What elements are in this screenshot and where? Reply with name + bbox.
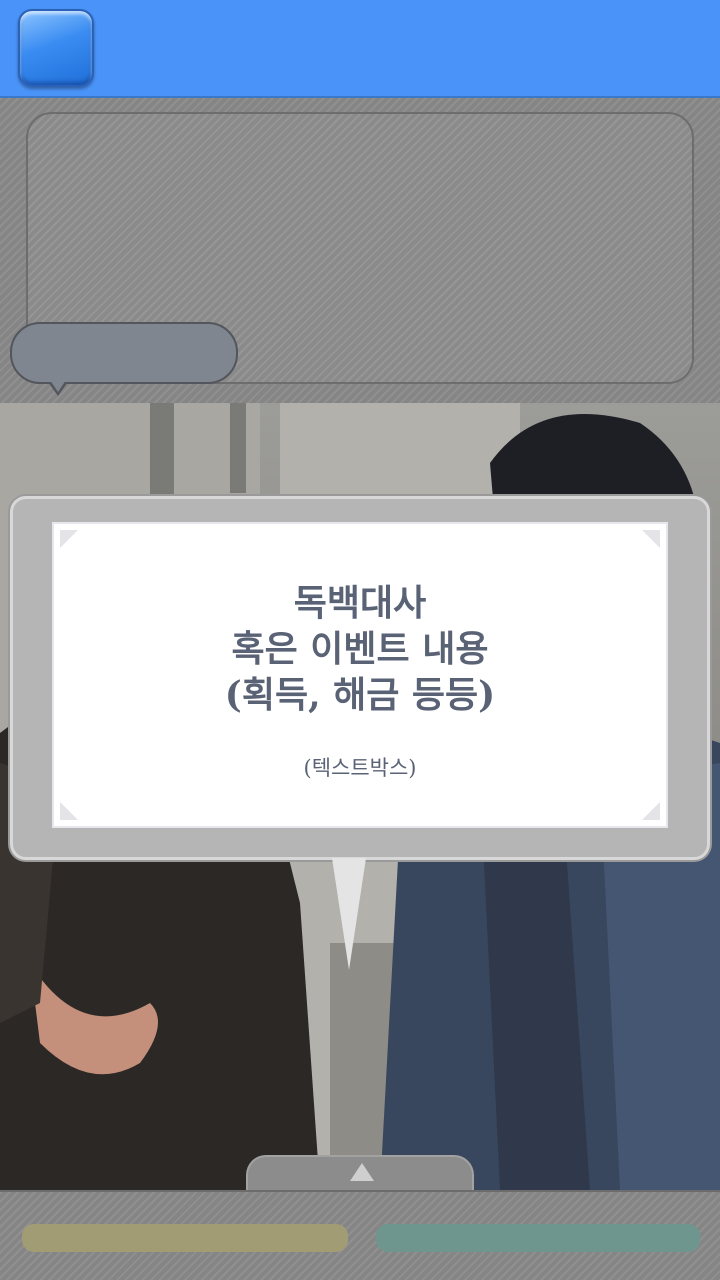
top-bar <box>0 0 720 98</box>
choice-button-right[interactable] <box>376 1224 700 1252</box>
name-tag-tail-fill <box>50 380 66 392</box>
card-corner <box>60 530 78 548</box>
monologue-tail <box>332 858 366 970</box>
monologue-text-box: 독백대사 혹은 이벤트 내용 (획득, 해금 등등) (텍스트박스) <box>52 522 668 828</box>
choice-button-left[interactable] <box>22 1224 348 1252</box>
monologue-text: 독백대사 혹은 이벤트 내용 (획득, 해금 등등) <box>224 582 496 716</box>
bottom-bar <box>0 1190 720 1280</box>
monologue-caption: (텍스트박스) <box>303 756 417 780</box>
card-corner <box>642 802 660 820</box>
next-button[interactable] <box>246 1155 474 1195</box>
menu-button[interactable] <box>18 9 94 87</box>
up-triangle-icon <box>350 1163 374 1181</box>
bg-pillar <box>230 403 246 493</box>
card-corner <box>60 802 78 820</box>
card-corner <box>642 530 660 548</box>
speaker-name-tag <box>10 322 238 384</box>
chat-panel <box>0 98 720 403</box>
